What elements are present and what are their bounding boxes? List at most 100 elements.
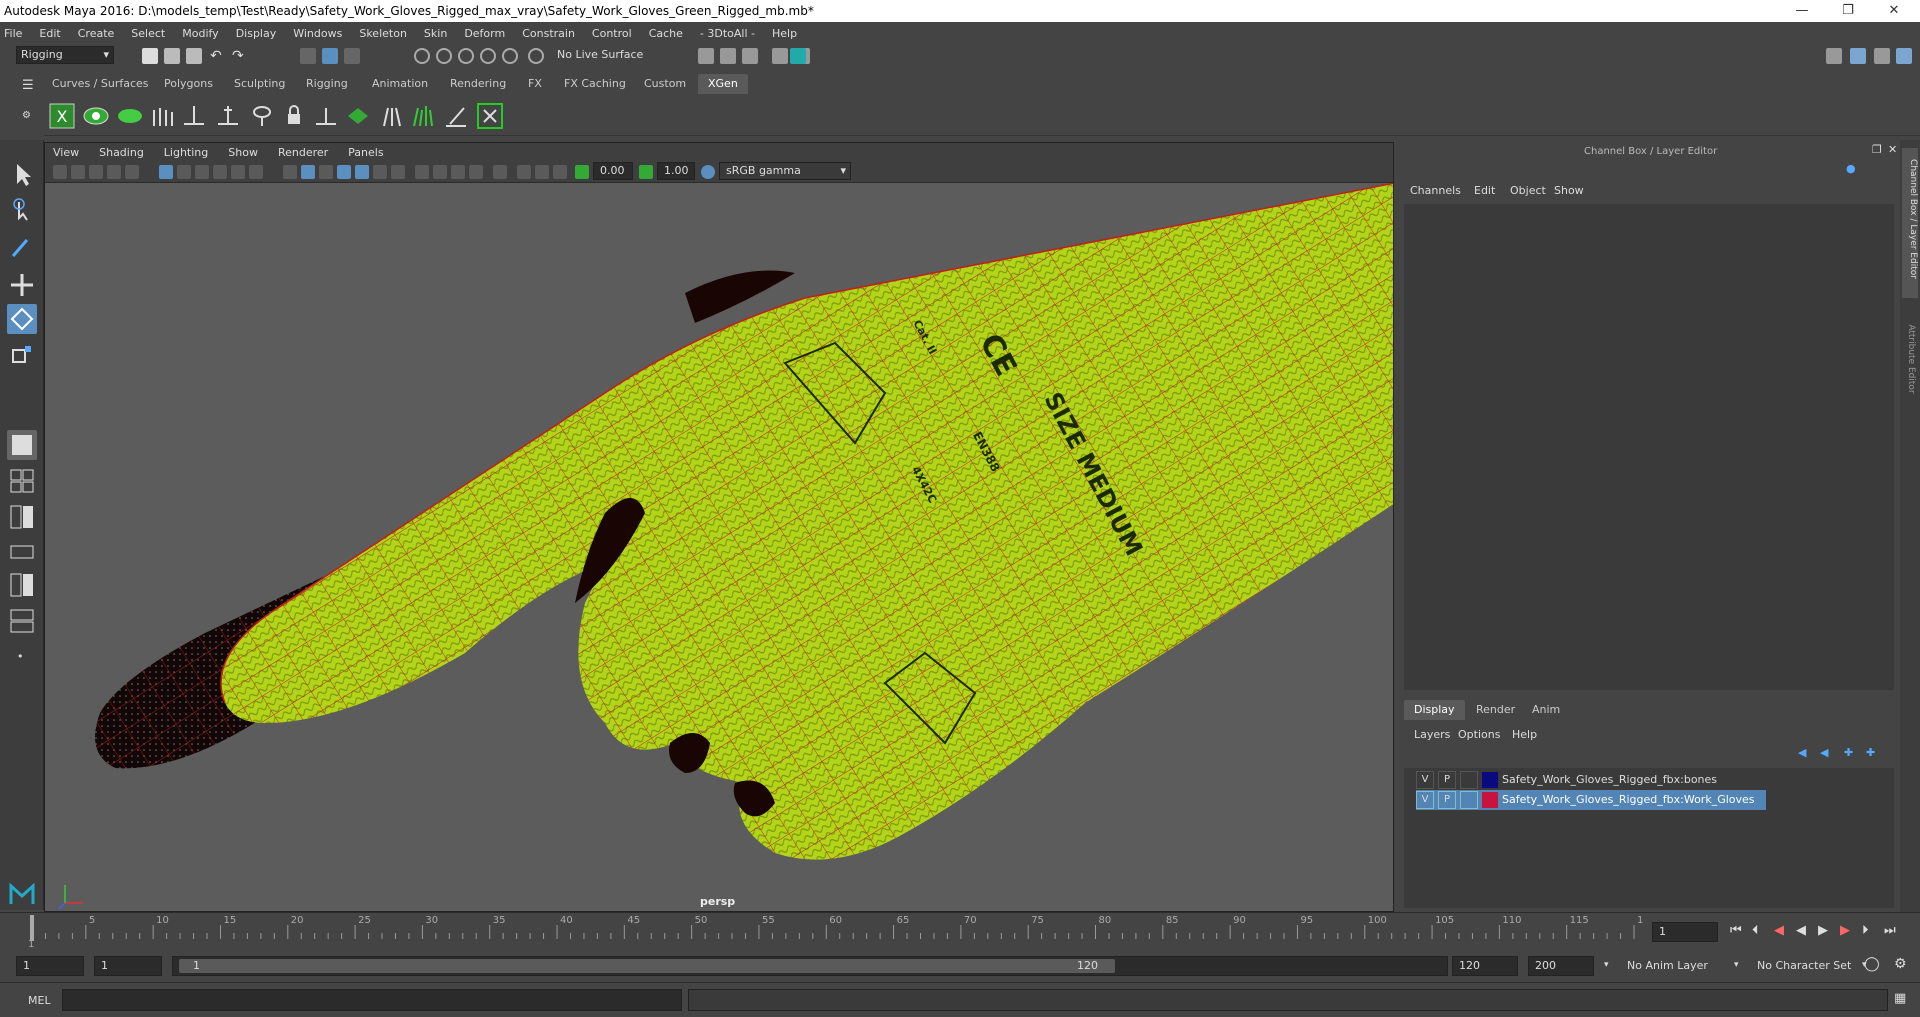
image-plane-icon[interactable] [107,165,121,179]
playback-start-field[interactable]: 1 [94,956,162,976]
side-tab-channel-box[interactable]: Channel Box / Layer Editor [1902,148,1918,298]
chevron-down-icon[interactable]: ▾ [1734,960,1739,970]
sculpt-grass-icon[interactable] [410,102,438,130]
snap-point-icon[interactable] [458,48,474,64]
minimize-icon[interactable]: — [1782,0,1822,22]
shelf-tab-fx[interactable]: FX [518,74,552,94]
paint-select-icon[interactable] [7,232,37,262]
select-object-icon[interactable] [322,48,338,64]
menu-icon[interactable]: ☰ [22,78,34,93]
menu-skin[interactable]: Skin [424,27,447,40]
time-slider[interactable]: 1 5 10 15 20 25 30 35 40 45 50 55 60 65 70 75 80 85 90 95 10… [0,912,1920,952]
layer-visibility-toggle[interactable]: V [1416,771,1434,789]
close-icon[interactable]: ✕ [1888,143,1897,156]
shelf-tab-custom[interactable]: Custom [634,74,696,94]
scale-tool-icon[interactable] [7,340,37,370]
auto-key-icon[interactable]: ◯ [1864,956,1880,972]
channel-menu-edit[interactable]: Edit [1474,184,1495,197]
command-input[interactable] [62,989,682,1011]
command-language-label[interactable]: MEL [28,994,51,1007]
grease-pencil-icon[interactable] [125,165,139,179]
gamma-icon[interactable] [639,165,653,179]
select-tool-icon[interactable] [7,160,37,190]
colorspace-dropdown[interactable]: sRGB gamma ▾ [719,162,851,180]
layer-row[interactable]: V P Safety_Work_Gloves_Rigged_fbx:bones [1416,770,1766,790]
shelf-tab-sculpting[interactable]: Sculpting [224,74,295,94]
rotate-tool-icon[interactable] [7,304,37,334]
anti-aliasing-icon[interactable] [451,165,465,179]
layer-menu-help[interactable]: Help [1512,728,1537,741]
lock-guides-icon[interactable] [280,102,308,130]
channel-list[interactable] [1404,204,1894,690]
float-icon[interactable]: ❐ [1872,143,1882,156]
xgen-delete-icon[interactable] [476,102,504,130]
color-management-icon[interactable] [701,165,715,179]
xgen-leaf-icon[interactable] [116,102,144,130]
new-scene-icon[interactable] [142,48,158,64]
restore-icon[interactable]: ❐ [1828,0,1868,22]
menu-3dtoall[interactable]: - 3DtoAll - [700,27,755,40]
animation-end-field[interactable]: 200 [1528,956,1594,976]
four-pane-layout-icon[interactable] [7,466,37,496]
save-scene-icon[interactable] [186,48,202,64]
script-editor-icon[interactable]: ▦ [1894,991,1906,1006]
xgen-editor-icon[interactable]: X [48,102,76,130]
comb-guide-icon[interactable] [180,102,208,130]
shadows-icon[interactable] [391,165,405,179]
snap-view-icon[interactable] [480,48,496,64]
layer-color-swatch[interactable] [1482,792,1498,808]
live-surface-field[interactable]: No Live Surface [552,46,648,64]
menu-select[interactable]: Select [131,27,165,40]
camera-attributes-icon[interactable] [71,165,85,179]
go-to-start-icon[interactable]: ⏮ [1730,923,1742,938]
wireframe-on-shaded-icon[interactable] [337,165,351,179]
hypershade-layout-icon[interactable] [7,606,37,636]
guide-tools-icon[interactable] [312,102,340,130]
channel-menu-show[interactable]: Show [1554,184,1584,197]
select-component-icon[interactable] [344,48,360,64]
current-frame-marker[interactable] [30,915,34,941]
grid-icon[interactable] [159,165,173,179]
smooth-shade-icon[interactable] [301,165,315,179]
menu-control[interactable]: Control [592,27,632,40]
scene-view[interactable]: SIZE MEDIUM EN388 4X42C CE Cat. II [45,183,1394,912]
undo-icon[interactable]: ↶ [210,48,226,64]
density-icon[interactable] [344,102,372,130]
interactive-groom-icon[interactable] [378,102,406,130]
play-forward-icon[interactable]: ▶ [1818,923,1828,938]
wireframe-icon[interactable] [283,165,297,179]
channel-menu-object[interactable]: Object [1510,184,1546,197]
camera-select-icon[interactable] [53,165,67,179]
textured-icon[interactable] [355,165,369,179]
ipr-render-icon[interactable] [720,48,736,64]
go-to-end-icon[interactable]: ⏭ [1884,923,1896,938]
workspace-icon[interactable] [1826,48,1842,64]
snap-curve-icon[interactable] [436,48,452,64]
move-layer-down-icon[interactable]: ◀ [1820,746,1828,759]
shelf-tab-xgen[interactable]: XGen [698,74,748,94]
menu-help[interactable]: Help [772,27,797,40]
layer-menu-options[interactable]: Options [1458,728,1500,741]
layer-type-toggle[interactable] [1460,771,1478,789]
vp-menu-panels[interactable]: Panels [348,146,383,159]
exposure-icon[interactable] [575,165,589,179]
animation-prefs-icon[interactable]: ⚙ [1894,956,1907,972]
move-tool-icon[interactable] [7,270,37,300]
xray-components-icon[interactable] [553,165,567,179]
attribute-editor-icon[interactable] [1874,48,1890,64]
step-back-frame-icon[interactable]: ◀ [1774,923,1784,938]
modeling-toolkit-icon[interactable] [1850,48,1866,64]
depth-of-field-icon[interactable] [469,165,483,179]
render-settings-icon[interactable] [742,48,758,64]
mode-dropdown[interactable]: Rigging ▾ [16,46,114,64]
range-bar[interactable]: 1 120 [172,956,1448,976]
field-chart-icon[interactable] [231,165,245,179]
sculpt-brush-icon[interactable] [442,102,470,130]
menu-cache[interactable]: Cache [649,27,683,40]
layer-color-swatch[interactable] [1482,772,1498,788]
layer-menu-layers[interactable]: Layers [1414,728,1450,741]
menu-create[interactable]: Create [78,27,115,40]
bookmark-icon[interactable] [89,165,103,179]
shelf-tab-curves[interactable]: Curves / Surfaces [42,74,159,94]
gate-mask-icon[interactable] [213,165,227,179]
